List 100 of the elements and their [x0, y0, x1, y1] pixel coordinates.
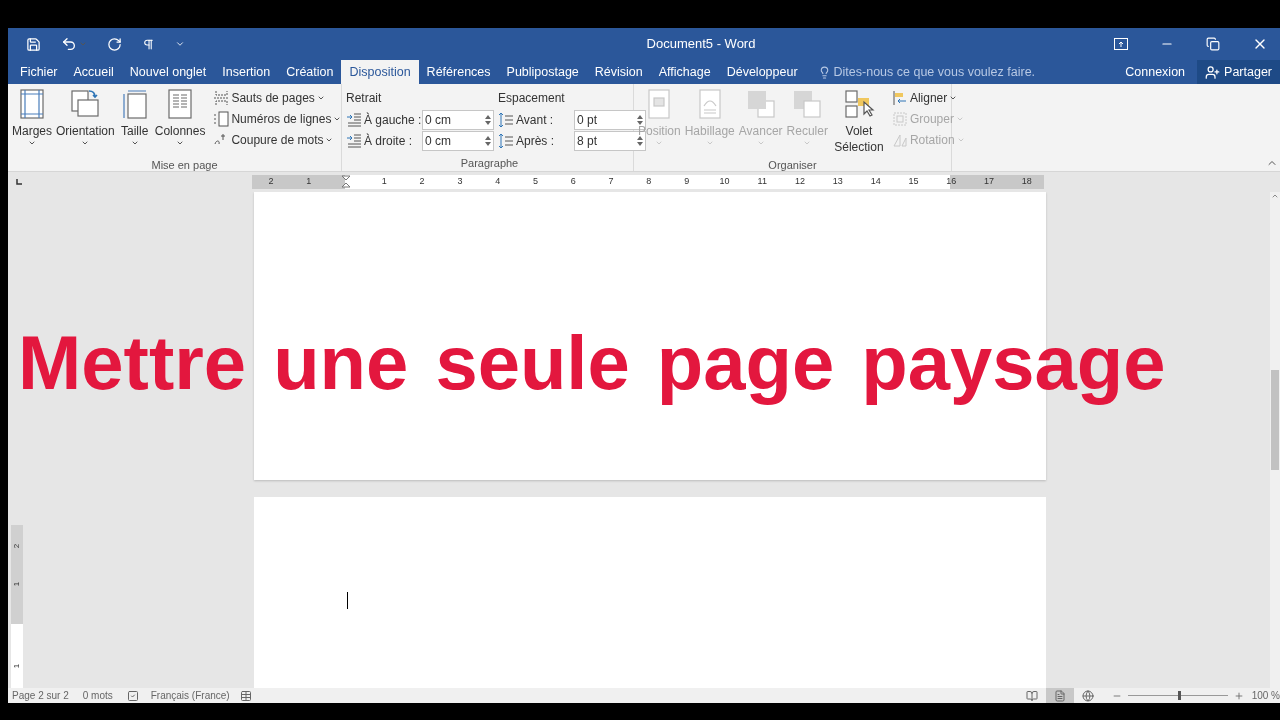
window-title: Document5 - Word	[645, 35, 757, 54]
ribbon-tab[interactable]: Publipostage	[498, 60, 587, 84]
indent-icon	[346, 111, 362, 128]
caret-icon	[176, 139, 185, 147]
spin-arrows-icon	[637, 134, 643, 147]
group-title: Paragraphe	[460, 156, 519, 171]
caret-icon	[79, 40, 87, 48]
ruler-number: 15	[907, 175, 920, 189]
tell-me-field[interactable]: Dites-nous ce que vous voulez faire.	[817, 60, 1064, 84]
overlay-title: Mettre une seule page paysage	[18, 319, 1166, 407]
customize-toolbar-icon[interactable]	[175, 39, 185, 49]
ruler-number: 1	[380, 175, 388, 189]
ruler-number: 1	[11, 663, 22, 669]
scroll-up-icon[interactable]	[1271, 192, 1279, 200]
ruler-number: 8	[645, 175, 653, 189]
ribbon-button[interactable]: Colonnes	[152, 85, 208, 157]
group-icon	[891, 110, 908, 127]
ribbon-display-icon[interactable]	[1114, 38, 1128, 50]
spin-field[interactable]: 0 cm	[422, 130, 494, 151]
zoom-thumb[interactable]	[1177, 691, 1181, 700]
text-cursor	[347, 592, 348, 609]
ruler-number: 11	[756, 175, 768, 189]
ribbon-button[interactable]: Coupure de mots	[213, 129, 342, 150]
ribbon-tab[interactable]: Accueil	[65, 60, 122, 84]
paragraph-mark-icon[interactable]	[142, 37, 155, 51]
ribbon-button[interactable]: Taille	[116, 85, 153, 157]
save-icon[interactable]	[26, 36, 41, 52]
ribbon-button[interactable]: Numéros de lignes	[213, 108, 342, 129]
ruler-number: 12	[794, 175, 807, 189]
field-label: Après :	[516, 132, 555, 150]
redo-icon[interactable]	[107, 36, 122, 52]
section-label: Retrait	[346, 90, 383, 107]
caret-icon	[81, 139, 90, 147]
book-icon	[1025, 689, 1038, 702]
caret-icon	[28, 139, 36, 147]
ribbon-tab[interactable]: Disposition	[341, 60, 419, 84]
ruler-number: 14	[869, 175, 882, 189]
sign-in-link[interactable]: Connexion	[1117, 60, 1194, 84]
caret-icon	[756, 139, 765, 147]
spin-arrows-icon	[485, 113, 491, 126]
view-button[interactable]	[1045, 688, 1074, 703]
caret-icon	[130, 139, 139, 147]
ruler-number: 10	[718, 175, 731, 189]
indent-marker-icon[interactable]	[341, 175, 352, 189]
ruler-number: 18	[1020, 175, 1033, 189]
page-icon	[1053, 689, 1066, 702]
ruler-number: 1	[11, 581, 22, 587]
ribbon-button[interactable]: Orientation	[54, 85, 117, 157]
ribbon-tab[interactable]: Nouvel onglet	[121, 60, 215, 84]
indent-icon	[346, 132, 362, 149]
group-title: Organiser	[768, 158, 817, 173]
ruler-number: 2	[267, 175, 275, 189]
person-add-icon	[1205, 64, 1221, 80]
spacing-icon	[498, 111, 514, 128]
ribbon-button[interactable]: Volet Sélection	[829, 85, 888, 157]
macro-icon[interactable]	[239, 689, 252, 702]
ribbon-button[interactable]: Sauts de pages	[213, 87, 342, 108]
vertical-scrollbar[interactable]	[1270, 192, 1280, 688]
ruler-number: 9	[683, 175, 691, 189]
caret-icon	[705, 139, 714, 147]
ruler-number: 3	[456, 175, 464, 189]
group-title: Mise en page	[151, 158, 218, 173]
undo-icon[interactable]	[61, 36, 77, 52]
ribbon-tab[interactable]: Développeur	[718, 60, 806, 84]
ruler-number: 2	[418, 175, 426, 189]
zoom-in-icon[interactable]	[1233, 690, 1244, 701]
selection-pane-icon	[842, 88, 875, 120]
scrollbar-thumb[interactable]	[1271, 370, 1279, 470]
ruler-number: 1	[305, 175, 313, 189]
ruler-number: 2	[11, 543, 22, 549]
ribbon-button[interactable]: Marges	[10, 85, 54, 157]
field-label: À gauche :	[364, 111, 420, 129]
caret-icon	[655, 139, 664, 147]
align-icon	[891, 89, 908, 106]
ruler-number: 13	[831, 175, 844, 189]
page-count[interactable]: Page 2 sur 2	[12, 688, 69, 703]
section-label: Espacement	[498, 90, 566, 107]
caret-icon	[803, 139, 812, 147]
orientation-icon	[69, 88, 102, 120]
spin-arrows-icon	[637, 113, 643, 126]
ribbon-tab[interactable]: Affichage	[650, 60, 719, 84]
page-break-icon	[213, 89, 230, 106]
zoom-level[interactable]: 100 %	[1251, 688, 1280, 703]
ruler-number: 17	[983, 175, 996, 189]
ribbon-tab[interactable]: Révision	[586, 60, 651, 84]
restore-icon[interactable]	[1206, 37, 1220, 51]
language-indicator[interactable]: Français (France)	[150, 688, 230, 703]
share-button[interactable]: Partager	[1197, 60, 1280, 84]
spacing-icon	[498, 132, 514, 149]
proofing-icon[interactable]	[126, 689, 139, 702]
send-backward-icon	[791, 88, 824, 120]
tab-selector-icon[interactable]	[14, 177, 24, 187]
ribbon-tab[interactable]: Insertion	[214, 60, 279, 84]
spin-field[interactable]: 0 cm	[422, 109, 494, 130]
word-count[interactable]: 0 mots	[82, 688, 113, 703]
ribbon-tab[interactable]: Fichier	[12, 60, 66, 84]
ribbon-tab[interactable]: Création	[278, 60, 342, 84]
ribbon-tab[interactable]: Références	[418, 60, 499, 84]
ruler-number: 16	[945, 175, 958, 189]
ribbon-button[interactable]: Aligner	[891, 87, 965, 108]
